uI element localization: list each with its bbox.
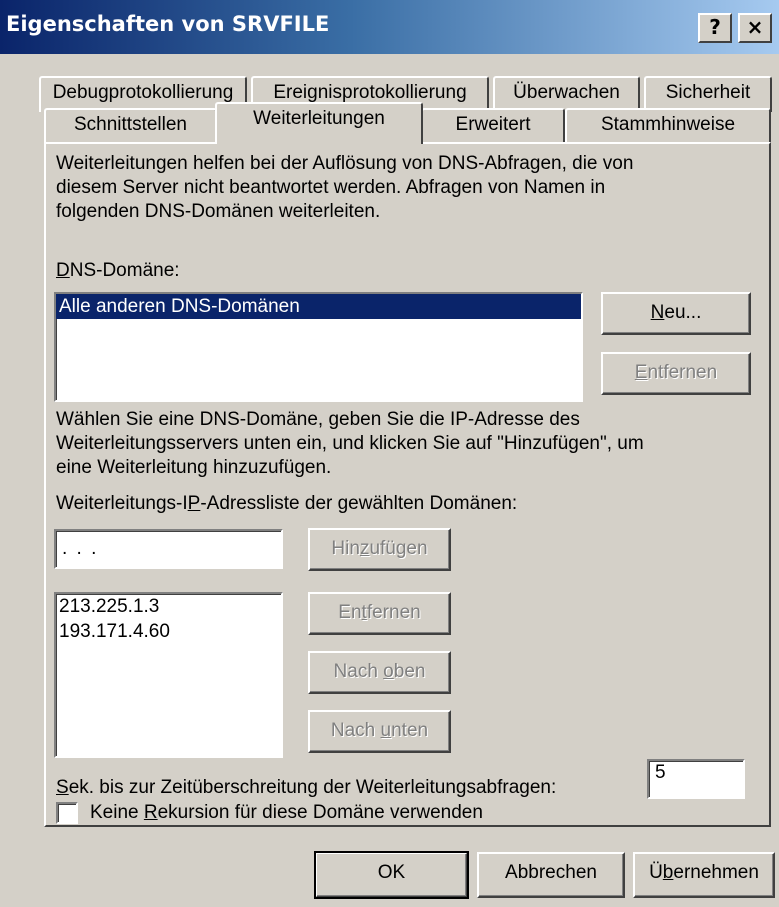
intro-text: Weiterleitungen helfen bei der Auflösung… <box>56 152 633 224</box>
list-item[interactable]: 213.225.1.3 <box>56 594 281 619</box>
apply-button[interactable]: Übernehmen <box>633 852 775 898</box>
help-line-2: Weiterleitungsservers unten ein, und kli… <box>56 433 644 454</box>
remove-ip-button[interactable]: Entfernen <box>308 592 451 635</box>
ip-address-input[interactable]: . . . <box>54 529 283 569</box>
timeout-label: Sek. bis zur Zeitüberschreitung der Weit… <box>56 777 557 798</box>
forwarder-help-text: Wählen Sie eine DNS-Domäne, geben Sie di… <box>56 408 644 480</box>
intro-line-1: Weiterleitungen helfen bei der Auflösung… <box>56 153 634 174</box>
dns-domain-label: DNS-Domäne: <box>56 260 180 281</box>
list-item[interactable]: 193.171.4.60 <box>56 619 281 644</box>
window-title: Eigenschaften von SRVFILE <box>6 12 330 36</box>
title-bar: Eigenschaften von SRVFILE ? × <box>0 0 779 54</box>
tab-sicherheit[interactable]: Sicherheit <box>644 76 772 112</box>
move-up-button[interactable]: Nach oben <box>308 651 451 694</box>
ip-address-list[interactable]: 213.225.1.3 193.171.4.60 <box>54 592 283 758</box>
help-button[interactable]: ? <box>698 13 732 43</box>
help-line-1: Wählen Sie eine DNS-Domäne, geben Sie di… <box>56 409 580 430</box>
intro-line-3: folgenden DNS-Domänen weiterleiten. <box>56 201 381 222</box>
dns-domain-list[interactable]: Alle anderen DNS-Domänen <box>54 292 583 402</box>
tab-schnittstellen[interactable]: Schnittstellen <box>44 108 217 144</box>
new-domain-button[interactable]: Neu... <box>601 292 751 335</box>
remove-domain-button[interactable]: Entfernen <box>601 352 751 395</box>
intro-line-2: diesem Server nicht beantwortet werden. … <box>56 177 606 198</box>
list-item[interactable]: Alle anderen DNS-Domänen <box>56 294 581 319</box>
tab-weiterleitungen[interactable]: Weiterleitungen <box>215 102 423 144</box>
tab-erweitert[interactable]: Erweitert <box>421 108 565 144</box>
ip-list-label: Weiterleitungs-IP-Adressliste der gewähl… <box>56 493 518 514</box>
move-down-button[interactable]: Nach unten <box>308 710 451 753</box>
ok-button[interactable]: OK <box>314 851 469 899</box>
help-line-3: eine Weiterleitung hinzuzufügen. <box>56 457 332 478</box>
no-recursion-checkbox[interactable] <box>56 802 78 824</box>
forwarders-panel: Weiterleitungen helfen bei der Auflösung… <box>44 142 771 827</box>
timeout-input[interactable]: 5 <box>647 759 745 799</box>
cancel-button[interactable]: Abbrechen <box>477 852 625 898</box>
tab-ueberwachen[interactable]: Überwachen <box>493 76 640 112</box>
tab-stammhinweise[interactable]: Stammhinweise <box>565 108 771 144</box>
no-recursion-label: Keine Rekursion für diese Domäne verwend… <box>90 802 483 823</box>
close-button[interactable]: × <box>738 13 772 43</box>
add-ip-button[interactable]: Hinzufügen <box>308 528 451 571</box>
